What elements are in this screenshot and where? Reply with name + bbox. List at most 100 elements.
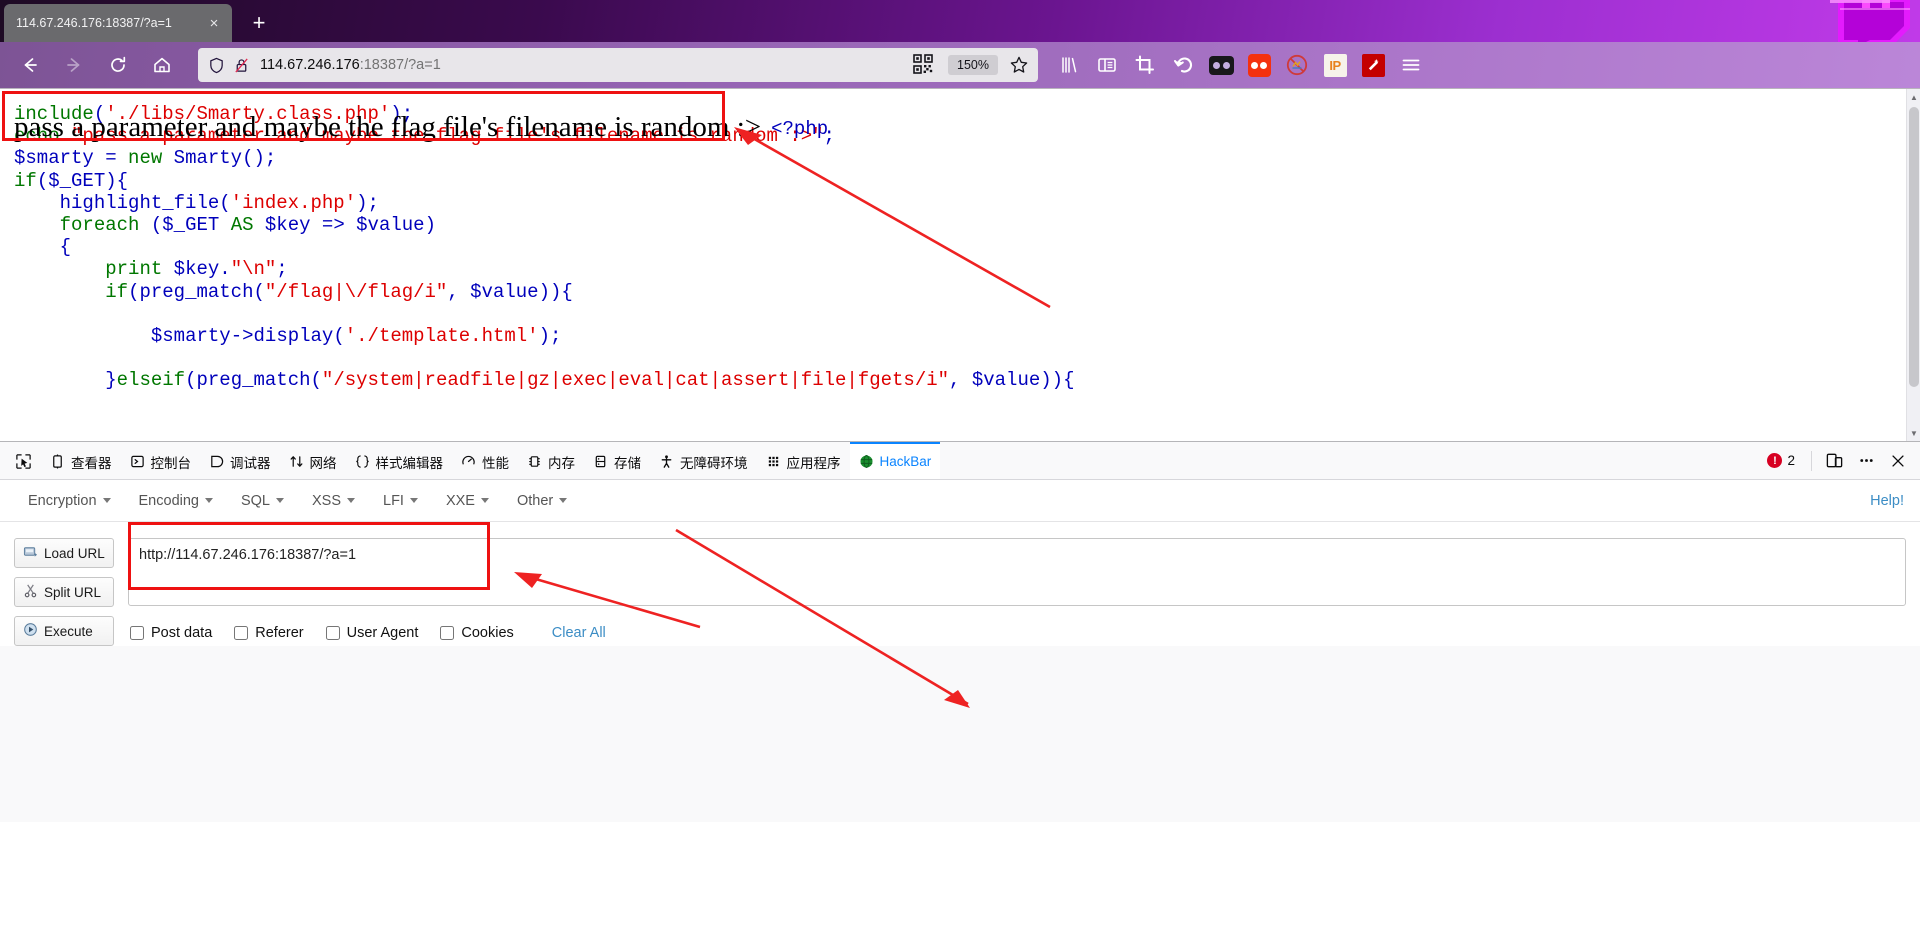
network-icon xyxy=(289,454,304,469)
magic-wand-icon[interactable] xyxy=(1356,48,1390,82)
user-agent-checkbox[interactable]: User Agent xyxy=(325,625,418,641)
hackbar-menu-other[interactable]: Other xyxy=(505,488,579,514)
star-icon[interactable] xyxy=(1006,52,1032,78)
code-line: highlight_file('index.php'); xyxy=(59,191,379,214)
referer-checkbox-input[interactable] xyxy=(234,626,249,640)
tab-title: 114.67.246.176:18387/?a=1 xyxy=(16,16,172,30)
element-picker-button[interactable] xyxy=(6,442,41,479)
picker-icon xyxy=(15,453,32,470)
devtools-tab-application[interactable]: 应用程序 xyxy=(757,442,850,479)
echo-message: pass a parameter and maybe the flag file… xyxy=(14,111,762,143)
hackbar-help-link[interactable]: Help! xyxy=(1870,493,1904,509)
devtools-tab-hackbar[interactable]: HackBar xyxy=(849,442,941,479)
devtools-tab-memory[interactable]: 内存 xyxy=(518,442,584,479)
new-tab-button[interactable]: + xyxy=(242,6,276,40)
code-line: print $key."\n"; xyxy=(105,258,288,281)
close-devtools-icon[interactable] xyxy=(1884,447,1912,475)
application-icon xyxy=(766,454,781,469)
address-bar[interactable]: 114.67.246.176:18387/?a=1 150% xyxy=(198,48,1038,82)
execute-play-icon xyxy=(23,622,38,640)
qr-code-icon[interactable] xyxy=(912,53,936,77)
close-tab-icon[interactable]: × xyxy=(204,13,224,33)
devtools-tab-bar: 查看器 控制台 调试器 网络 样式编辑器 性能 内存 存储 无障碍环境 应用程序… xyxy=(0,442,1920,480)
devtools-tab-label: 控制台 xyxy=(150,455,192,471)
library-icon[interactable] xyxy=(1052,48,1086,82)
clear-all-link[interactable]: Clear All xyxy=(552,625,606,641)
post-data-checkbox[interactable]: Post data xyxy=(130,625,212,641)
referer-checkbox[interactable]: Referer xyxy=(234,625,304,641)
page-scrollbar[interactable]: ▲ ▼ xyxy=(1906,89,1920,441)
ip-lookup-icon[interactable]: IP xyxy=(1318,48,1352,82)
cookies-checkbox[interactable]: Cookies xyxy=(440,625,514,641)
error-icon: ! xyxy=(1767,453,1783,468)
menu-label: XXE xyxy=(445,492,475,509)
post-data-checkbox-input[interactable] xyxy=(130,626,144,640)
chevron-down-icon xyxy=(409,498,418,503)
hackbar-menu-sql[interactable]: SQL xyxy=(229,488,296,514)
more-options-icon[interactable] xyxy=(1852,447,1880,475)
hackbar-options-row: Post data Referer User Agent Cookies Cle… xyxy=(128,625,1906,641)
devtools-tab-label: 无障碍环境 xyxy=(680,455,748,471)
devtools-tab-inspector[interactable]: 查看器 xyxy=(41,442,121,479)
user-agent-checkbox-input[interactable] xyxy=(325,626,340,640)
execute-button[interactable]: Execute xyxy=(14,616,114,646)
devtools-toolbar-right: ! 2 xyxy=(1759,442,1920,479)
url-input[interactable] xyxy=(128,538,1906,606)
forward-button[interactable] xyxy=(57,48,91,82)
devtools-tab-accessibility[interactable]: 无障碍环境 xyxy=(650,442,757,479)
devtools-tab-storage[interactable]: 存储 xyxy=(584,442,650,479)
devtools-tab-style-editor[interactable]: 样式编辑器 xyxy=(346,442,453,479)
back-button[interactable] xyxy=(13,48,47,82)
error-count-badge[interactable]: ! 2 xyxy=(1759,453,1803,468)
tab-strip: 114.67.246.176:18387/?a=1 × + xyxy=(0,0,1920,42)
php-open-tag: <?php xyxy=(771,118,829,140)
scroll-down-arrow[interactable]: ▼ xyxy=(1907,425,1920,441)
lock-crossed-icon[interactable] xyxy=(233,57,250,74)
load-url-button[interactable]: Load URL xyxy=(14,538,114,568)
devtools-panel: 查看器 控制台 调试器 网络 样式编辑器 性能 内存 存储 无障碍环境 应用程序… xyxy=(0,441,1920,822)
zoom-level-indicator[interactable]: 150% xyxy=(948,55,998,75)
hackbar-input-area: Post data Referer User Agent Cookie xyxy=(128,538,1906,646)
devtools-tab-console[interactable]: 控制台 xyxy=(121,442,201,479)
cookies-checkbox-input[interactable] xyxy=(440,626,455,640)
console-icon xyxy=(130,454,145,469)
hackbar-menu-xss[interactable]: XSS xyxy=(300,488,367,514)
checkbox-label: Referer xyxy=(255,625,304,641)
split-url-button[interactable]: Split URL xyxy=(14,577,114,607)
chevron-down-icon xyxy=(102,498,111,503)
hackbar-menu-bar: Encryption Encoding SQL XSS LFI XXE Othe… xyxy=(0,480,1920,522)
devtools-tab-label: 应用程序 xyxy=(786,455,841,471)
shield-icon[interactable] xyxy=(208,57,225,74)
url-host: 114.67.246.176 xyxy=(260,57,360,73)
hackbar-body-wrapper: Load URL Split URL Execute http://114.67… xyxy=(0,522,1920,708)
reload-button[interactable] xyxy=(101,48,135,82)
toolbar-divider xyxy=(1811,450,1812,471)
code-line: { xyxy=(59,236,72,259)
hackbar-body: Load URL Split URL Execute http://114.67… xyxy=(0,522,1920,646)
url-text[interactable]: 114.67.246.176:18387/?a=1 xyxy=(260,57,906,73)
devtools-tab-label: 内存 xyxy=(548,455,575,471)
devtools-tab-network[interactable]: 网络 xyxy=(280,442,346,479)
scroll-up-arrow[interactable]: ▲ xyxy=(1907,89,1920,105)
hackbar-menu-encoding[interactable]: Encoding xyxy=(127,488,225,514)
hackbar-menu-encryption[interactable]: Encryption xyxy=(16,488,123,514)
hamburger-menu-icon[interactable] xyxy=(1394,48,1428,82)
menu-label: Encoding xyxy=(138,492,199,509)
code-line: if($_GET){ xyxy=(14,169,129,192)
rednote-icon[interactable] xyxy=(1242,48,1276,82)
devtools-tab-debugger[interactable]: 调试器 xyxy=(200,442,280,479)
code-line: foreach ($_GET AS $key => $value) xyxy=(59,214,436,237)
undo-arrow-icon[interactable] xyxy=(1166,48,1200,82)
twitch-theme-graphic xyxy=(1830,0,1910,42)
screenshot-crop-icon[interactable] xyxy=(1128,48,1162,82)
browser-tab[interactable]: 114.67.246.176:18387/?a=1 × xyxy=(4,4,232,42)
no-script-icon[interactable] xyxy=(1280,48,1314,82)
scrollbar-thumb[interactable] xyxy=(1909,107,1919,387)
hackbar-menu-xxe[interactable]: XXE xyxy=(434,488,501,514)
dark-reader-icon[interactable] xyxy=(1204,48,1238,82)
responsive-design-icon[interactable] xyxy=(1820,447,1848,475)
devtools-tab-performance[interactable]: 性能 xyxy=(452,442,518,479)
hackbar-menu-lfi[interactable]: LFI xyxy=(371,488,430,514)
home-button[interactable] xyxy=(145,48,179,82)
sidebar-icon[interactable] xyxy=(1090,48,1124,82)
